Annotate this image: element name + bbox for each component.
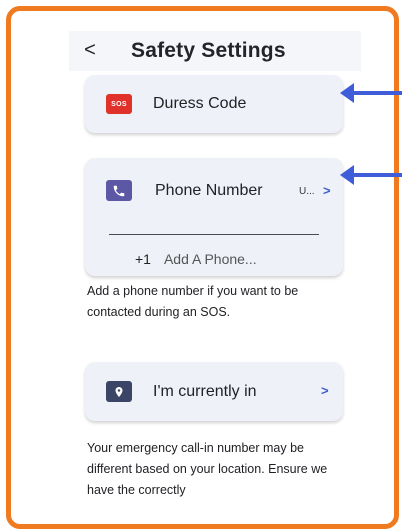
location-help-text: Your emergency call-in number may be dif… <box>87 441 328 497</box>
location-row[interactable]: I'm currently in > <box>85 362 343 421</box>
chevron-right-icon: > <box>321 383 329 398</box>
phone-input-field[interactable]: +1 Add A Phone... <box>135 251 257 267</box>
top-bar: < Safety Settings <box>69 31 361 71</box>
location-pin-icon <box>106 381 132 402</box>
phone-input-placeholder[interactable]: Add A Phone... <box>164 251 257 267</box>
phone-help-text: Add a phone number if you want to be con… <box>87 284 299 319</box>
phone-icon <box>106 180 132 201</box>
phone-number-value: U... <box>299 186 315 197</box>
duress-code-row[interactable]: SOS Duress Code <box>85 75 343 133</box>
sos-badge-icon: SOS <box>106 94 132 114</box>
duress-code-label: Duress Code <box>153 95 247 112</box>
annotation-arrow-duress <box>340 83 402 103</box>
location-card[interactable]: I'm currently in > <box>85 362 343 421</box>
page-title: Safety Settings <box>131 39 286 62</box>
annotation-arrow-phone <box>340 165 402 185</box>
divider <box>109 234 319 235</box>
country-code[interactable]: +1 <box>135 251 151 267</box>
duress-code-card[interactable]: SOS Duress Code <box>85 75 343 133</box>
back-chevron-icon[interactable]: < <box>81 39 99 61</box>
phone-number-label: Phone Number <box>155 182 263 199</box>
phone-number-row[interactable]: Phone Number U... > <box>85 158 343 222</box>
chevron-right-icon: > <box>323 183 331 198</box>
location-label: I'm currently in <box>153 383 257 400</box>
phone-screen: < Safety Settings SOS Duress Code Phone … <box>69 21 369 524</box>
phone-number-card: Phone Number U... > +1 Add A Phone... <box>85 158 343 276</box>
